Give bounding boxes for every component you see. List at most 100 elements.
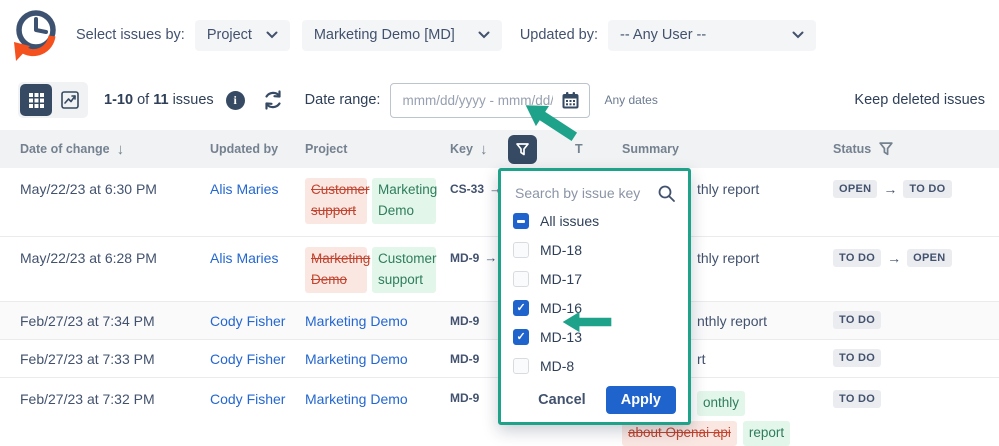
filter-option[interactable]: MD-8 <box>513 351 676 380</box>
filter-option-all-issues[interactable]: All issues <box>513 207 676 236</box>
arrow-right-icon: → <box>887 250 901 266</box>
cancel-button[interactable]: Cancel <box>538 392 586 408</box>
checkbox[interactable] <box>513 213 529 229</box>
date-cell: Feb/27/23 at 7:34 PM <box>20 313 210 329</box>
project-added-chip: Marketing Demo <box>372 178 436 224</box>
chevron-down-icon <box>478 31 490 39</box>
col-project[interactable]: Project <box>305 142 450 156</box>
status-cell: TO DO → OPEN <box>833 249 999 267</box>
issue-key-filter-popup: All issues MD-18 MD-17 MD-16 MD-13 MD-8 … <box>498 168 691 425</box>
project-cell: Marketing Demo <box>305 391 450 407</box>
col-date-of-change[interactable]: Date of change ↓ <box>20 141 210 158</box>
checkbox[interactable] <box>513 300 529 316</box>
filter-option[interactable]: MD-13 <box>513 322 676 351</box>
status-filter-icon[interactable] <box>878 141 894 157</box>
popup-search-row <box>513 180 676 207</box>
updated-by-cell: Alis Maries <box>210 181 305 197</box>
project-change-cell: Marketing Demo Customer support <box>305 247 450 293</box>
popup-footer: Cancel Apply <box>513 386 676 414</box>
issue-key-search-input[interactable] <box>513 184 657 202</box>
project-link[interactable]: Marketing Demo <box>305 391 408 407</box>
checkbox[interactable] <box>513 358 529 374</box>
project-change-cell: Customer support Marketing Demo <box>305 178 450 224</box>
date-cell: Feb/27/23 at 7:32 PM <box>20 391 210 407</box>
date-range-field <box>390 83 590 118</box>
line-chart-icon <box>61 91 79 109</box>
filter-funnel-icon <box>515 142 530 157</box>
date-cell: Feb/27/23 at 7:33 PM <box>20 351 210 367</box>
info-icon[interactable]: i <box>226 91 245 110</box>
status-badge: TO DO <box>833 390 881 408</box>
toolbar: 1-10 of 11 issues i Date range: Any date… <box>0 70 999 130</box>
summary-added-chip: report <box>743 421 790 446</box>
chevron-down-icon <box>792 31 804 39</box>
apply-button[interactable]: Apply <box>606 386 676 414</box>
summary-added-chip: onthly <box>697 391 745 416</box>
user-link[interactable]: Alis Maries <box>210 250 278 266</box>
project-removed-chip: Marketing Demo <box>305 247 367 293</box>
chart-view-button[interactable] <box>54 84 86 116</box>
arrow-right-icon: → <box>883 181 897 197</box>
keep-deleted-issues-toggle-label[interactable]: Keep deleted issues <box>854 92 985 108</box>
project-added-chip: Customer support <box>372 247 436 293</box>
col-updated-by[interactable]: Updated by <box>210 142 305 156</box>
col-status[interactable]: Status <box>833 141 999 157</box>
col-summary[interactable]: Summary <box>622 142 833 156</box>
arrow-right-icon: → <box>484 250 497 265</box>
updated-by-cell: Cody Fisher <box>210 351 305 367</box>
project-cell: Marketing Demo <box>305 351 450 367</box>
chevron-down-icon <box>266 31 278 39</box>
date-range-label: Date range: <box>305 92 381 108</box>
user-link[interactable]: Cody Fisher <box>210 391 285 407</box>
user-link[interactable]: Cody Fisher <box>210 313 285 329</box>
status-badge: TO DO <box>903 180 951 198</box>
results-count: 1-10 of 11 issues <box>104 92 214 108</box>
updated-by-cell: Cody Fisher <box>210 313 305 329</box>
updated-by-cell: Cody Fisher <box>210 391 305 407</box>
status-cell: TO DO <box>833 390 999 408</box>
filter-option[interactable]: MD-17 <box>513 264 676 293</box>
project-cell: Marketing Demo <box>305 313 450 329</box>
view-switch <box>18 82 88 118</box>
checkbox[interactable] <box>513 329 529 345</box>
date-cell: May/22/23 at 6:28 PM <box>20 250 210 266</box>
sort-desc-icon[interactable]: ↓ <box>480 141 488 158</box>
select-issues-by-label: Select issues by: <box>76 27 185 43</box>
status-badge: OPEN <box>907 249 951 267</box>
date-cell: May/22/23 at 6:30 PM <box>20 181 210 197</box>
checkbox[interactable] <box>513 242 529 258</box>
col-key[interactable]: Key ↓ <box>450 135 575 164</box>
calendar-icon[interactable] <box>561 91 580 110</box>
any-dates-label: Any dates <box>604 93 657 107</box>
status-cell: OPEN → TO DO <box>833 180 999 198</box>
issue-mode-dropdown[interactable]: Project <box>195 20 290 51</box>
top-bar: Select issues by: Project Marketing Demo… <box>0 0 999 70</box>
checkbox[interactable] <box>513 271 529 287</box>
user-link[interactable]: Alis Maries <box>210 181 278 197</box>
user-filter-dropdown[interactable]: -- Any User -- <box>608 20 816 51</box>
grid-icon <box>28 92 45 109</box>
status-badge: TO DO <box>833 349 881 367</box>
project-dropdown[interactable]: Marketing Demo [MD] <box>302 20 502 51</box>
date-range-input[interactable] <box>400 92 555 109</box>
table-view-button[interactable] <box>20 84 52 116</box>
search-icon <box>657 184 676 203</box>
filter-option[interactable]: MD-18 <box>513 235 676 264</box>
project-link[interactable]: Marketing Demo <box>305 351 408 367</box>
updated-by-cell: Alis Maries <box>210 250 305 266</box>
updated-by-label: Updated by: <box>520 27 598 43</box>
status-cell: TO DO <box>833 311 999 329</box>
status-badge: OPEN <box>833 180 877 198</box>
key-filter-button[interactable] <box>508 135 537 164</box>
sort-desc-icon[interactable]: ↓ <box>117 141 125 158</box>
filter-option[interactable]: MD-16 <box>513 293 676 322</box>
app-logo-clock-icon <box>8 6 62 64</box>
col-type[interactable]: T <box>575 142 622 156</box>
refresh-icon[interactable] <box>261 88 285 112</box>
user-link[interactable]: Cody Fisher <box>210 351 285 367</box>
project-link[interactable]: Marketing Demo <box>305 313 408 329</box>
table-header: Date of change ↓ Updated by Project Key … <box>0 130 999 168</box>
status-cell: TO DO <box>833 349 999 367</box>
status-badge: TO DO <box>833 249 881 267</box>
project-removed-chip: Customer support <box>305 178 367 224</box>
